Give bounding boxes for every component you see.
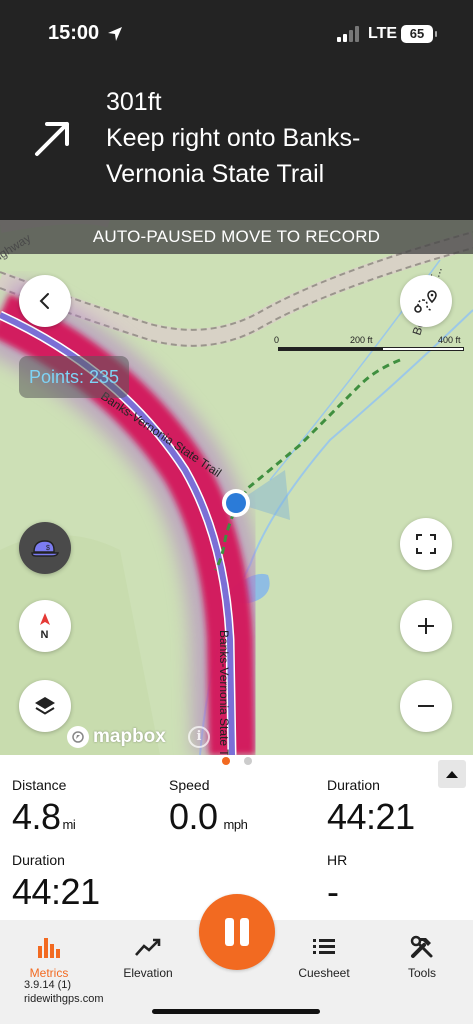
- metric-hr: HR -: [327, 852, 347, 913]
- arrow-up-right-icon: [35, 122, 69, 156]
- page-indicator[interactable]: [222, 757, 252, 765]
- metric-duration-1: Duration 44:21: [327, 777, 415, 838]
- page-dot-2[interactable]: [244, 757, 252, 765]
- svg-text:$: $: [46, 545, 50, 552]
- mapbox-logo-icon: [67, 726, 89, 748]
- scale-label-0: 0: [274, 335, 280, 345]
- trend-line-icon: [103, 934, 193, 960]
- status-time: 15:00: [48, 22, 100, 44]
- compass-button[interactable]: N: [19, 600, 71, 652]
- fullscreen-icon: [416, 534, 436, 554]
- tab-label: Elevation: [123, 966, 173, 980]
- tab-tools[interactable]: Tools: [377, 934, 467, 980]
- info-icon[interactable]: i: [188, 726, 210, 748]
- compass-label: N: [41, 629, 49, 641]
- plus-icon: [418, 618, 434, 634]
- metric-value: -: [327, 871, 339, 912]
- location-arrow-icon: [108, 27, 122, 41]
- bar-chart-icon: [4, 934, 94, 960]
- fullscreen-button[interactable]: [400, 518, 452, 570]
- tab-cuesheet[interactable]: Cuesheet: [279, 934, 369, 980]
- metric-number: 4.8: [12, 796, 61, 837]
- pause-record-button[interactable]: [199, 894, 275, 970]
- minus-icon: [418, 705, 434, 707]
- mapbox-attribution[interactable]: mapbox: [67, 726, 166, 748]
- metric-unit: mph: [223, 817, 248, 832]
- page-dot-1[interactable]: [222, 757, 230, 765]
- metric-label: Duration: [12, 852, 65, 868]
- tab-elevation[interactable]: Elevation: [103, 934, 193, 980]
- next-turn-instruction: Keep right onto Banks-Vernonia State Tra…: [106, 124, 361, 188]
- cycling-cap-icon: $: [31, 540, 59, 557]
- scale-label-200: 200 ft: [350, 335, 373, 345]
- version-number: 3.9.14 (1): [24, 979, 72, 991]
- trail-label-lower: Banks-Vernonia State Trail: [217, 630, 231, 755]
- home-indicator[interactable]: [152, 1009, 320, 1014]
- bottom-tab-bar: Metrics Elevation Cuesheet Tools 3.9.14 …: [0, 894, 473, 1024]
- caret-up-icon: [446, 771, 458, 778]
- tab-label: Tools: [407, 966, 436, 980]
- map-layers-button[interactable]: [19, 680, 71, 732]
- metric-duration-2: Duration 44:21: [12, 852, 100, 913]
- tools-icon: [377, 934, 467, 960]
- auto-paused-banner: AUTO-PAUSED MOVE TO RECORD: [0, 220, 473, 254]
- tab-metrics[interactable]: Metrics: [4, 934, 94, 980]
- metric-value: 4.8 mi: [12, 796, 76, 838]
- chevron-left-icon: [39, 293, 49, 309]
- zoom-out-button[interactable]: [400, 680, 452, 732]
- site-url: ridewithgps.com: [24, 993, 104, 1005]
- metric-label: HR: [327, 852, 348, 868]
- metric-value: 0.0 mph: [169, 796, 248, 838]
- metric-value: 44:21: [12, 871, 100, 912]
- heatmap-toggle-button[interactable]: $: [19, 522, 71, 574]
- collapse-panel-button[interactable]: [438, 760, 466, 788]
- map-scale-bar: 0 200 ft 400 ft: [272, 332, 472, 354]
- pause-icon: [225, 918, 249, 946]
- scale-label-400: 400 ft: [438, 335, 461, 345]
- metric-distance: Distance 4.8 mi: [12, 777, 76, 838]
- back-button[interactable]: [19, 275, 71, 327]
- navigation-header: 15:00 LTE 65 301ft Keep right onto Banks…: [0, 0, 473, 220]
- metric-number: 0.0: [169, 796, 218, 837]
- metric-speed: Speed 0.0 mph: [169, 777, 248, 838]
- map-view[interactable]: ighway Banks-Vernonia State Trail Banks-…: [0, 220, 473, 755]
- metric-label: Speed: [169, 777, 210, 793]
- next-turn-distance: 301ft: [106, 88, 162, 116]
- zoom-in-button[interactable]: [400, 600, 452, 652]
- scale-bar-dark: [278, 347, 382, 351]
- points-count-badge: Points: 235: [19, 356, 130, 398]
- list-icon: [279, 934, 369, 960]
- signal-bars-icon: [337, 26, 359, 42]
- compass-north-icon: N: [40, 613, 50, 641]
- battery-indicator: 65: [401, 25, 437, 43]
- mapbox-wordmark: mapbox: [93, 726, 166, 747]
- metric-label: Distance: [12, 777, 67, 793]
- network-type: LTE: [368, 25, 398, 42]
- tab-label: Cuesheet: [298, 966, 350, 980]
- metric-value: 44:21: [327, 796, 415, 837]
- route-options-button[interactable]: [400, 275, 452, 327]
- layers-icon: [35, 697, 55, 715]
- metric-unit: mi: [62, 817, 76, 832]
- app-version-info: 3.9.14 (1) ridewithgps.com: [24, 978, 103, 1006]
- route-pin-icon: [414, 290, 437, 313]
- metric-label: Duration: [327, 777, 380, 793]
- scale-bar-light: [382, 347, 464, 351]
